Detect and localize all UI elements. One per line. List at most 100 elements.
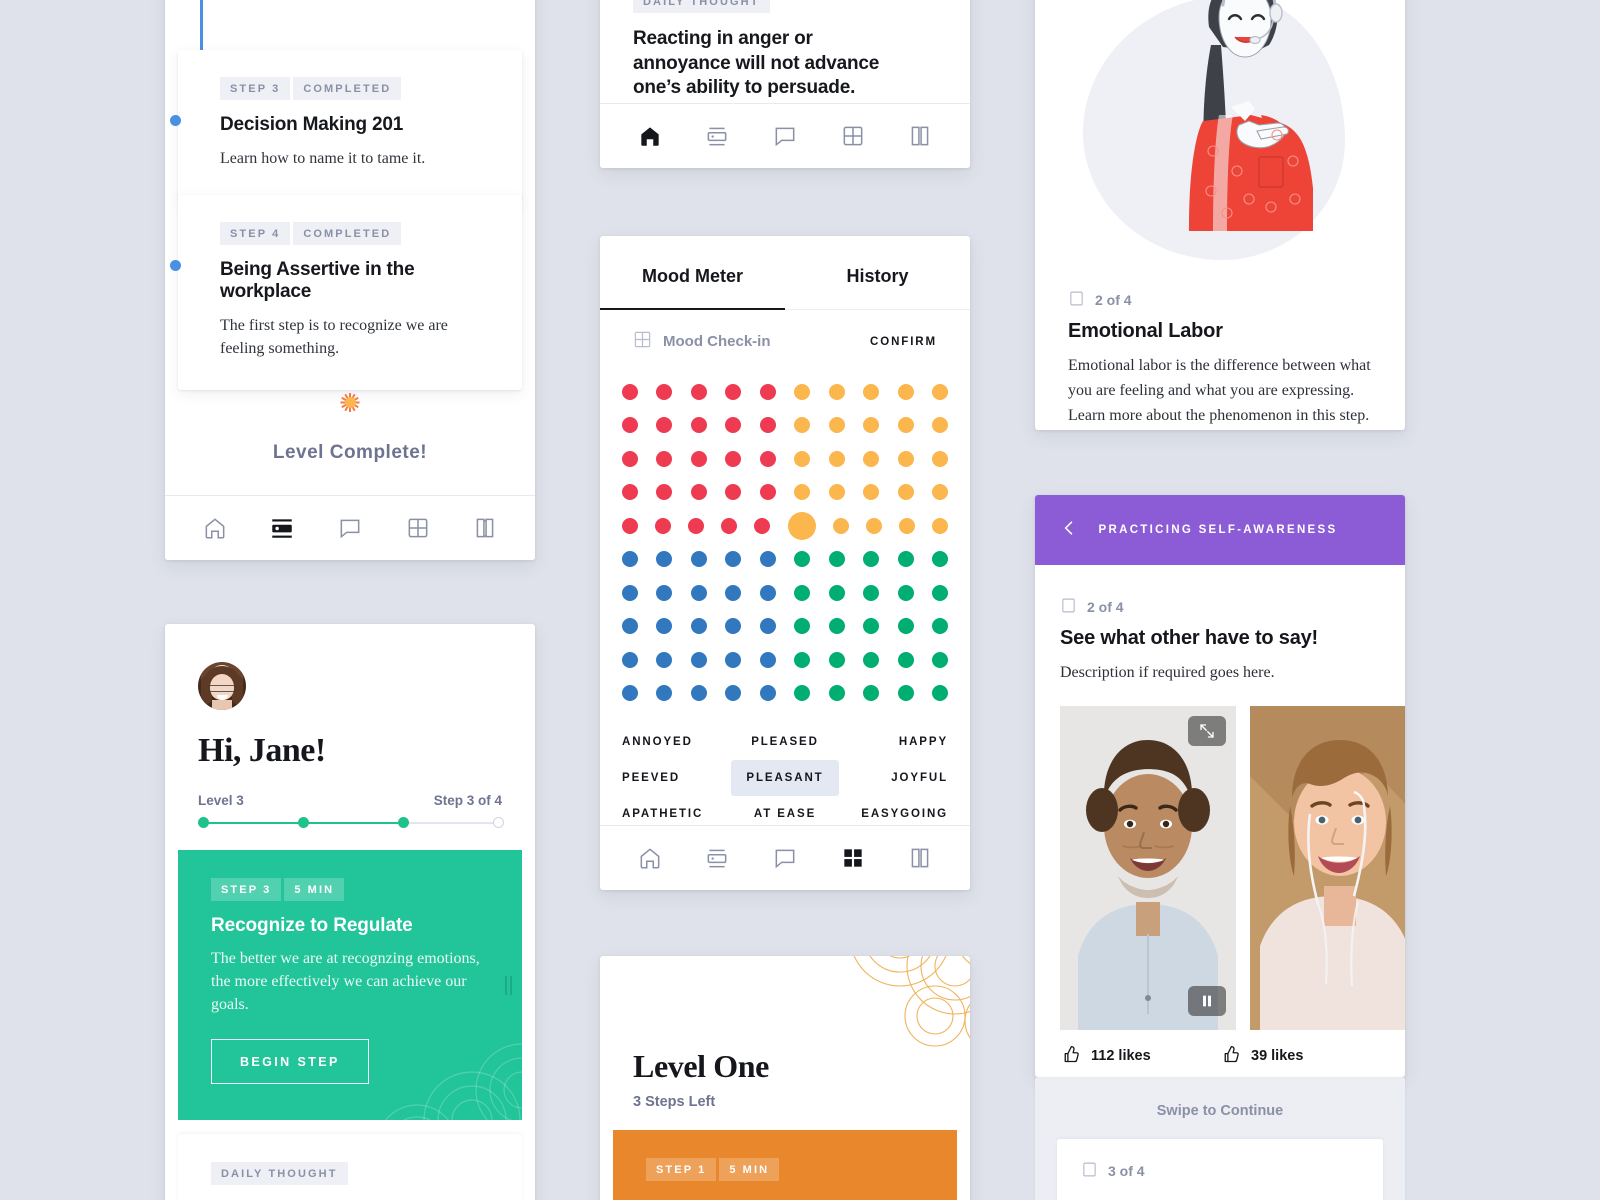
mood-dot[interactable] <box>690 383 707 400</box>
mood-dot[interactable] <box>794 417 811 434</box>
mood-dot[interactable] <box>794 383 811 400</box>
mood-dot[interactable] <box>897 685 914 702</box>
next-step-card[interactable]: 3 of 4 <box>1057 1139 1383 1200</box>
mood-dot[interactable] <box>863 618 880 635</box>
swipe-to-continue-panel[interactable]: Swipe to Continue 3 of 4 <box>1035 1077 1405 1200</box>
mood-dot[interactable] <box>794 685 811 702</box>
mood-dot[interactable] <box>897 651 914 668</box>
daily-thought-card-home[interactable]: DAILY THOUGHT Reacting in anger or annoy… <box>178 1133 522 1200</box>
mood-dot[interactable] <box>931 551 948 568</box>
mood-dot[interactable] <box>655 517 672 534</box>
mood-dot[interactable] <box>690 417 707 434</box>
mood-dot[interactable] <box>794 584 811 601</box>
mood-dot[interactable] <box>828 618 845 635</box>
mood-dot[interactable] <box>725 417 742 434</box>
mood-dot[interactable] <box>656 383 673 400</box>
mood-dot[interactable] <box>690 651 707 668</box>
mood-dot[interactable] <box>828 551 845 568</box>
mood-dot[interactable] <box>897 618 914 635</box>
mood-dot[interactable] <box>759 450 776 467</box>
mood-dot[interactable] <box>931 618 948 635</box>
mood-dot[interactable] <box>863 651 880 668</box>
mood-dot[interactable] <box>725 618 742 635</box>
nav-book-icon[interactable] <box>472 515 498 541</box>
mood-dot[interactable] <box>794 450 811 467</box>
mood-label[interactable]: EASYGOING <box>839 808 948 820</box>
nav-grid-icon[interactable] <box>840 123 866 149</box>
mood-dot[interactable] <box>759 685 776 702</box>
mood-dot[interactable] <box>656 551 673 568</box>
mood-dot[interactable] <box>656 584 673 601</box>
mood-dot[interactable] <box>690 618 707 635</box>
mood-dot[interactable] <box>828 484 845 501</box>
mood-dot[interactable] <box>828 450 845 467</box>
mood-dot[interactable] <box>897 484 914 501</box>
mood-dot[interactable] <box>828 584 845 601</box>
mood-dot[interactable] <box>759 618 776 635</box>
chevron-left-icon[interactable] <box>1059 518 1079 543</box>
mood-dot[interactable] <box>622 651 638 668</box>
mood-dot-selected[interactable] <box>787 511 816 540</box>
mood-dot[interactable] <box>794 551 811 568</box>
mood-dot[interactable] <box>863 450 880 467</box>
expand-icon[interactable] <box>1188 715 1226 746</box>
mood-dot[interactable] <box>690 551 707 568</box>
mood-dot[interactable] <box>794 651 811 668</box>
nav-chat-icon[interactable] <box>772 123 798 149</box>
mood-dot[interactable] <box>622 685 638 702</box>
mood-dot[interactable] <box>931 450 948 467</box>
mood-label[interactable]: AT EASE <box>731 808 840 820</box>
mood-dot[interactable] <box>690 584 707 601</box>
mood-dot[interactable] <box>863 484 880 501</box>
mood-dot[interactable] <box>690 484 707 501</box>
tab-mood-meter[interactable]: Mood Meter <box>600 236 785 310</box>
mood-dot[interactable] <box>690 450 707 467</box>
thumbs-up-icon[interactable] <box>1220 1044 1241 1069</box>
mood-dot[interactable] <box>622 383 638 400</box>
mood-label[interactable]: HAPPY <box>839 736 948 748</box>
nav-grid-icon[interactable] <box>405 515 431 541</box>
like-count-2[interactable]: 39 likes <box>1220 1044 1380 1069</box>
mood-dot[interactable] <box>794 484 811 501</box>
mood-dot[interactable] <box>931 383 948 400</box>
nav-book-icon[interactable] <box>907 123 933 149</box>
begin-step-button[interactable]: BEGIN STEP <box>211 1038 369 1084</box>
mood-dot[interactable] <box>863 551 880 568</box>
mood-dot[interactable] <box>863 584 880 601</box>
nav-chat-icon[interactable] <box>337 515 363 541</box>
mood-dot[interactable] <box>725 651 742 668</box>
nav-chat-icon[interactable] <box>772 845 798 871</box>
mood-dot[interactable] <box>863 383 880 400</box>
mood-dot[interactable] <box>656 685 673 702</box>
mood-dot[interactable] <box>931 484 948 501</box>
tab-history[interactable]: History <box>785 236 970 309</box>
avatar[interactable] <box>198 662 246 710</box>
mood-label[interactable]: PEEVED <box>622 772 731 784</box>
mood-label[interactable]: ANNOYED <box>622 736 731 748</box>
journey-step-card-4[interactable]: STEP 4 COMPLETED Being Assertive in the w… <box>169 195 522 391</box>
mood-dot[interactable] <box>656 450 673 467</box>
pause-icon[interactable] <box>1188 985 1226 1016</box>
mood-dot[interactable] <box>931 651 948 668</box>
nav-cards-icon[interactable] <box>269 515 295 541</box>
mood-dot[interactable] <box>725 383 742 400</box>
like-count-1[interactable]: 112 likes <box>1060 1044 1220 1069</box>
mood-dot[interactable] <box>897 417 914 434</box>
mood-dot[interactable] <box>828 651 845 668</box>
mood-label[interactable]: APATHETIC <box>622 808 731 820</box>
mood-dot[interactable] <box>863 417 880 434</box>
mood-dot[interactable] <box>622 584 638 601</box>
mood-dot[interactable] <box>725 551 742 568</box>
mood-dot[interactable] <box>656 618 673 635</box>
mood-dot[interactable] <box>622 417 638 434</box>
mood-dot[interactable] <box>656 484 673 501</box>
mood-dot[interactable] <box>759 383 776 400</box>
mood-dot[interactable] <box>794 618 811 635</box>
mood-label[interactable]: PLEASED <box>731 736 840 748</box>
video-thumbnail-1[interactable] <box>1060 705 1236 1030</box>
mood-dot[interactable] <box>622 551 638 568</box>
mood-dot[interactable] <box>865 517 882 534</box>
journey-step-card-3[interactable]: STEP 3 COMPLETED Decision Making 201 Lear… <box>169 50 522 201</box>
nav-home-icon[interactable] <box>637 845 663 871</box>
confirm-button[interactable]: CONFIRM <box>870 336 937 348</box>
